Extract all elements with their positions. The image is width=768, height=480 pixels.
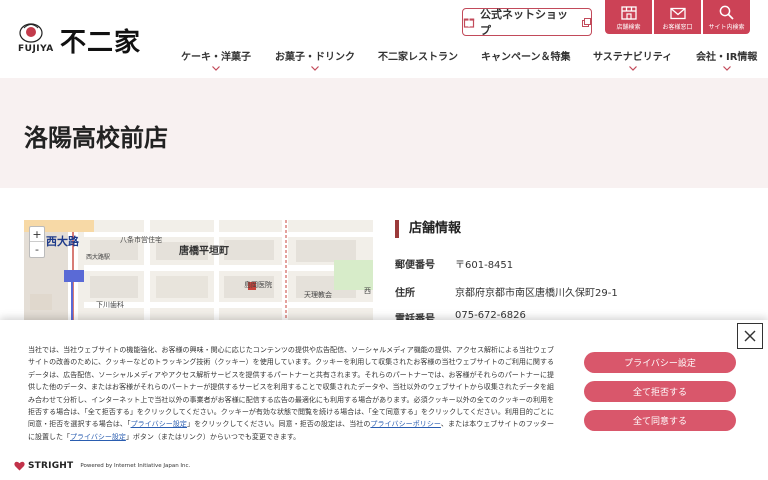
cookie-text-4: 」ボタン（またはリンク）からいつでも変更できます。 [125, 432, 301, 441]
site-search-button[interactable]: サイト内検索 [703, 0, 750, 34]
map-label-edge: 西 [364, 287, 371, 295]
map-label-place1: 下川歯科 [96, 301, 124, 309]
official-shop-label: 公式ネットショップ [480, 8, 568, 37]
page-title-band: 洛陽高校前店 [0, 78, 768, 188]
nav-sweets-label: お菓子・ドリンク [275, 52, 355, 63]
chevron-down-icon [628, 66, 637, 71]
reject-all-button[interactable]: 全て拒否する [584, 381, 736, 402]
store-info-heading: 店舗情報 [395, 220, 755, 238]
page-title: 洛陽高校前店 [24, 124, 168, 152]
nav-company-label: 会社・IR情報 [696, 52, 758, 63]
external-link-icon [582, 17, 591, 27]
address-key: 住所 [395, 288, 415, 299]
official-shop-button[interactable]: 公式ネットショップ [462, 8, 592, 37]
site-search-label: サイト内検索 [708, 24, 745, 31]
search-icon [719, 5, 734, 20]
nav-cake-label: ケーキ・洋菓子 [181, 52, 251, 63]
postal-code-value: 〒601-8451 [455, 260, 514, 271]
peko-logo-icon [19, 23, 43, 43]
nav-campaign[interactable]: キャンペーン＆特集 [481, 48, 571, 63]
map-label-office: 八条市営住宅 [120, 236, 162, 244]
zoom-in-button[interactable]: + [30, 227, 44, 242]
address-value: 京都府京都市南区唐橋川久保町29-1 [455, 288, 618, 299]
nav-cake[interactable]: ケーキ・洋菓子 [181, 48, 251, 71]
store-info-section: 店舗情報 郵便番号 〒601-8451 住所 京都府京都市南区唐橋川久保町29-… [395, 220, 755, 325]
store-icon [620, 6, 637, 20]
store-search-button[interactable]: 店舗検索 [605, 0, 652, 34]
cookie-text-1: 当社では、当社ウェブサイトの機能強化、お客様の興味・関心に応じたコンテンツの提供… [28, 346, 554, 429]
customer-support-label: お客様窓口 [662, 24, 693, 31]
map-label-hospital: 島岡医院 [244, 281, 272, 289]
store-search-label: 店舗検索 [616, 24, 641, 31]
powered-by-text: Powered by Internet Initiative Japan Inc… [80, 463, 191, 469]
zoom-out-button[interactable]: - [30, 242, 44, 257]
nav-campaign-label: キャンペーン＆特集 [481, 52, 571, 63]
site-header: FUJIYA 不二家 公式ネットショップ 店舗検索 お客様窓口 サイト内検索 ケ… [0, 0, 768, 78]
stright-brand: STRIGHT [28, 461, 74, 471]
privacy-policy-link[interactable]: プライバシーポリシー [370, 420, 441, 428]
mail-icon [669, 7, 686, 20]
cookie-notice-text: 当社では、当社ウェブサイトの機能強化、お客様の興味・関心に応じたコンテンツの提供… [28, 344, 554, 443]
privacy-settings-button[interactable]: プライバシー設定 [584, 352, 736, 373]
cookie-text-2: 」をクリックしてください。同意・拒否の設定は、当社の [187, 420, 371, 429]
map-zoom-control: + - [29, 226, 45, 258]
chevron-down-icon [722, 66, 731, 71]
postal-code-key: 郵便番号 [395, 260, 435, 271]
nav-sustainability-label: サステナビリティ [593, 52, 673, 63]
nav-sustainability[interactable]: サステナビリティ [593, 48, 672, 71]
close-icon [744, 330, 756, 342]
cookie-footer: STRIGHT Powered by Internet Initiative J… [14, 459, 190, 473]
nav-restaurant-label: 不二家レストラン [378, 52, 458, 63]
map-label-place3: 西大路駅 [86, 254, 111, 261]
map-label-area: 唐橋平垣町 [179, 246, 229, 257]
main-nav: ケーキ・洋菓子 お菓子・ドリンク 不二家レストラン キャンペーン＆特集 サステナ… [0, 48, 768, 72]
map-label-place2: 天理教会 [304, 291, 332, 299]
privacy-settings-link[interactable]: プライバシー設定 [131, 420, 187, 428]
cookie-close-button[interactable] [737, 323, 763, 349]
gift-icon [463, 16, 475, 28]
accept-all-button[interactable]: 全て同意する [584, 410, 736, 431]
cookie-consent-banner: 当社では、当社ウェブサイトの機能強化、お客様の興味・関心に応じたコンテンツの提供… [0, 320, 768, 480]
privacy-settings-link-2[interactable]: プライバシー設定 [70, 433, 126, 441]
nav-restaurant[interactable]: 不二家レストラン [378, 48, 458, 63]
chevron-down-icon [212, 66, 220, 71]
customer-support-button[interactable]: お客様窓口 [654, 0, 701, 34]
map-label-station: 西大路 [46, 235, 79, 248]
chevron-down-icon [311, 66, 319, 71]
nav-company[interactable]: 会社・IR情報 [696, 48, 757, 71]
stright-heart-icon [14, 461, 25, 471]
store-map[interactable]: 西大路 八条市営住宅 唐橋平垣町 島岡医院 下川歯科 天理教会 西大路駅 西 +… [24, 220, 373, 330]
nav-sweets[interactable]: お菓子・ドリンク [275, 48, 355, 71]
